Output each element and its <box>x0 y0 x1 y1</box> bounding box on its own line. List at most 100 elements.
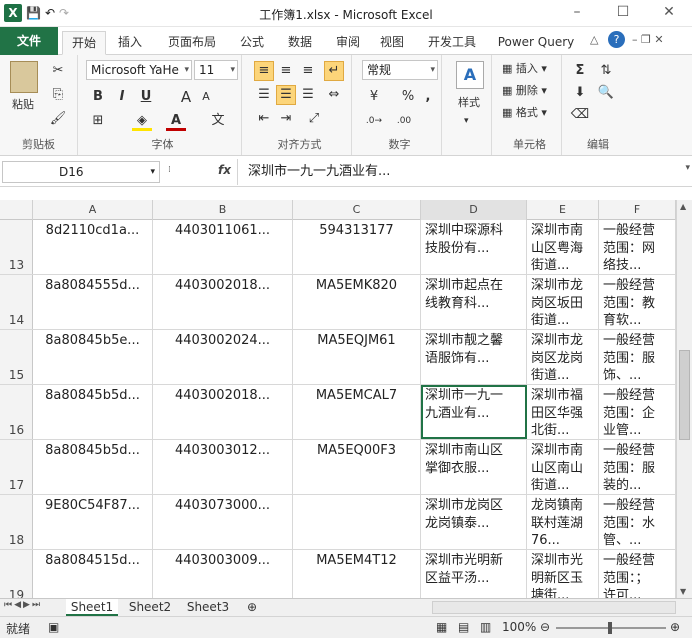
tab-insert[interactable]: 插入 <box>112 31 148 55</box>
cell-b[interactable]: 4403002018... <box>153 385 293 439</box>
align-right-icon[interactable]: ☰ <box>298 85 318 105</box>
column-header-d[interactable]: D <box>421 200 527 220</box>
cell-f[interactable]: 一般经营 范围：服 饰、... <box>599 330 676 384</box>
cell-e[interactable]: 深圳市龙 岗区坂田 街道... <box>527 275 599 329</box>
cell-c[interactable] <box>293 495 421 549</box>
italic-button[interactable]: I <box>112 87 132 107</box>
cut-icon[interactable]: ✂ <box>48 61 68 81</box>
currency-icon[interactable]: ¥ <box>364 87 384 107</box>
align-left-icon[interactable]: ☰ <box>254 85 274 105</box>
cell-c[interactable]: MA5EMK820 <box>293 275 421 329</box>
cell-a[interactable]: 8a80845b5d... <box>33 385 153 439</box>
cell-f[interactable]: 一般经营 范围：； 许可... <box>599 550 676 598</box>
name-box[interactable]: D16 ▾ <box>2 161 160 183</box>
cell-a[interactable]: 8a8084555d... <box>33 275 153 329</box>
increase-indent-icon[interactable]: ⇥ <box>276 109 296 129</box>
cell-e[interactable]: 深圳市福 田区华强 北街... <box>527 385 599 439</box>
cell-f[interactable]: 一般经营 范围：网 络技... <box>599 220 676 274</box>
cell-d[interactable]: 深圳市光明新 区益平汤... <box>421 550 527 598</box>
row-header[interactable]: 18 <box>0 495 33 549</box>
normal-view-icon[interactable]: ▦ <box>436 620 447 634</box>
font-color-icon[interactable]: A <box>166 111 186 131</box>
tab-home[interactable]: 开始 <box>62 31 106 55</box>
zoom-slider-thumb[interactable] <box>608 622 612 634</box>
comma-button[interactable]: , <box>418 87 438 107</box>
sheet-tab-sheet1[interactable]: Sheet1 <box>66 599 118 616</box>
row-header[interactable]: 16 <box>0 385 33 439</box>
cell-d[interactable]: 深圳市南山区 掌御衣服... <box>421 440 527 494</box>
column-header-b[interactable]: B <box>153 200 293 220</box>
cell-d-selected[interactable]: 深圳市一九一 九酒业有... <box>421 385 527 439</box>
autosum-icon[interactable]: Σ <box>570 61 590 81</box>
tab-data[interactable]: 数据 <box>282 31 318 55</box>
cell-c[interactable]: MA5EMCAL7 <box>293 385 421 439</box>
align-center-icon[interactable]: ☰ <box>276 85 296 105</box>
cell-f[interactable]: 一般经营 范围：水 管、... <box>599 495 676 549</box>
scroll-down-icon[interactable]: ▼ <box>680 587 686 596</box>
cell-b[interactable]: 4403073000... <box>153 495 293 549</box>
cell-c[interactable]: MA5EM4T12 <box>293 550 421 598</box>
cell-b[interactable]: 4403002018... <box>153 275 293 329</box>
cell-a[interactable]: 9E80C54F87... <box>33 495 153 549</box>
copy-icon[interactable]: ⎘ <box>48 85 68 105</box>
tab-power-query[interactable]: Power Query <box>494 31 578 55</box>
cell-b[interactable]: 4403003012... <box>153 440 293 494</box>
insert-cells-button[interactable]: ▦ 插入 ▾ <box>502 61 547 77</box>
styles-button[interactable]: 样式 <box>458 95 480 111</box>
shrink-font-button[interactable]: A <box>196 87 216 107</box>
vertical-scrollbar[interactable]: ▲ ▼ <box>676 200 692 598</box>
styles-dropdown-icon[interactable]: ▾ <box>464 113 469 129</box>
tab-developer[interactable]: 开发工具 <box>422 31 482 55</box>
cell-c[interactable]: MA5EQ00F3 <box>293 440 421 494</box>
styles-icon[interactable]: A <box>456 61 484 89</box>
cell-d[interactable]: 深圳市靓之馨 语服饰有... <box>421 330 527 384</box>
cell-f[interactable]: 一般经营 范围：服 装的... <box>599 440 676 494</box>
maximize-icon[interactable]: ☐ <box>600 0 646 27</box>
sheet-tab-sheet2[interactable]: Sheet2 <box>124 599 176 616</box>
cell-a[interactable]: 8d2110cd1a... <box>33 220 153 274</box>
paste-icon[interactable] <box>10 61 38 93</box>
cell-d[interactable]: 深圳中琛源科 技股份有... <box>421 220 527 274</box>
clear-icon[interactable]: ⌫ <box>570 105 590 125</box>
tab-view[interactable]: 视图 <box>374 31 410 55</box>
sheet-tab-sheet3[interactable]: Sheet3 <box>182 599 234 616</box>
tab-review[interactable]: 审阅 <box>330 31 366 55</box>
row-header[interactable]: 14 <box>0 275 33 329</box>
cell-b[interactable]: 4403002024... <box>153 330 293 384</box>
help-icon[interactable]: ? <box>608 31 625 48</box>
cell-e[interactable]: 深圳市南 山区粤海 街道... <box>527 220 599 274</box>
paste-button[interactable]: 粘贴 <box>12 97 34 113</box>
cell-f[interactable]: 一般经营 范围：企 业管... <box>599 385 676 439</box>
cell-e[interactable]: 深圳市南 山区南山 街道... <box>527 440 599 494</box>
zoom-out-icon[interactable]: ⊖ <box>540 620 550 634</box>
zoom-in-icon[interactable]: ⊕ <box>670 620 680 634</box>
insert-function-icon[interactable]: fx <box>218 163 231 177</box>
orientation-icon[interactable]: ⤢ <box>304 109 324 129</box>
fill-icon[interactable]: ⬇ <box>570 83 590 103</box>
borders-icon[interactable]: ⊞ <box>88 111 108 131</box>
align-top-icon[interactable]: ≡ <box>254 61 274 81</box>
cell-b[interactable]: 4403003009... <box>153 550 293 598</box>
minimize-icon[interactable]: – <box>554 0 600 27</box>
select-all-corner[interactable] <box>0 200 33 220</box>
column-header-a[interactable]: A <box>33 200 153 220</box>
increase-decimal-icon[interactable]: .0→ <box>364 111 384 131</box>
close-icon[interactable]: ✕ <box>646 0 692 27</box>
vertical-scroll-thumb[interactable] <box>679 350 690 440</box>
grow-font-button[interactable]: A <box>176 87 196 107</box>
tab-page-layout[interactable]: 页面布局 <box>162 31 222 55</box>
align-bottom-icon[interactable]: ≡ <box>298 61 318 81</box>
cell-e[interactable]: 深圳市龙 岗区龙岗 街道... <box>527 330 599 384</box>
decrease-indent-icon[interactable]: ⇤ <box>254 109 274 129</box>
fill-color-icon[interactable]: ◈ <box>132 111 152 131</box>
row-header[interactable]: 15 <box>0 330 33 384</box>
wrap-text-icon[interactable]: ↵ <box>324 61 344 81</box>
find-select-icon[interactable]: 🔍 <box>596 83 616 103</box>
column-header-f[interactable]: F <box>599 200 676 220</box>
decrease-decimal-icon[interactable]: .00 <box>394 111 414 131</box>
cell-a[interactable]: 8a8084515d... <box>33 550 153 598</box>
cell-b[interactable]: 4403011061... <box>153 220 293 274</box>
page-layout-view-icon[interactable]: ▤ <box>458 620 469 634</box>
cell-c[interactable]: 594313177 <box>293 220 421 274</box>
cell-a[interactable]: 8a80845b5d... <box>33 440 153 494</box>
